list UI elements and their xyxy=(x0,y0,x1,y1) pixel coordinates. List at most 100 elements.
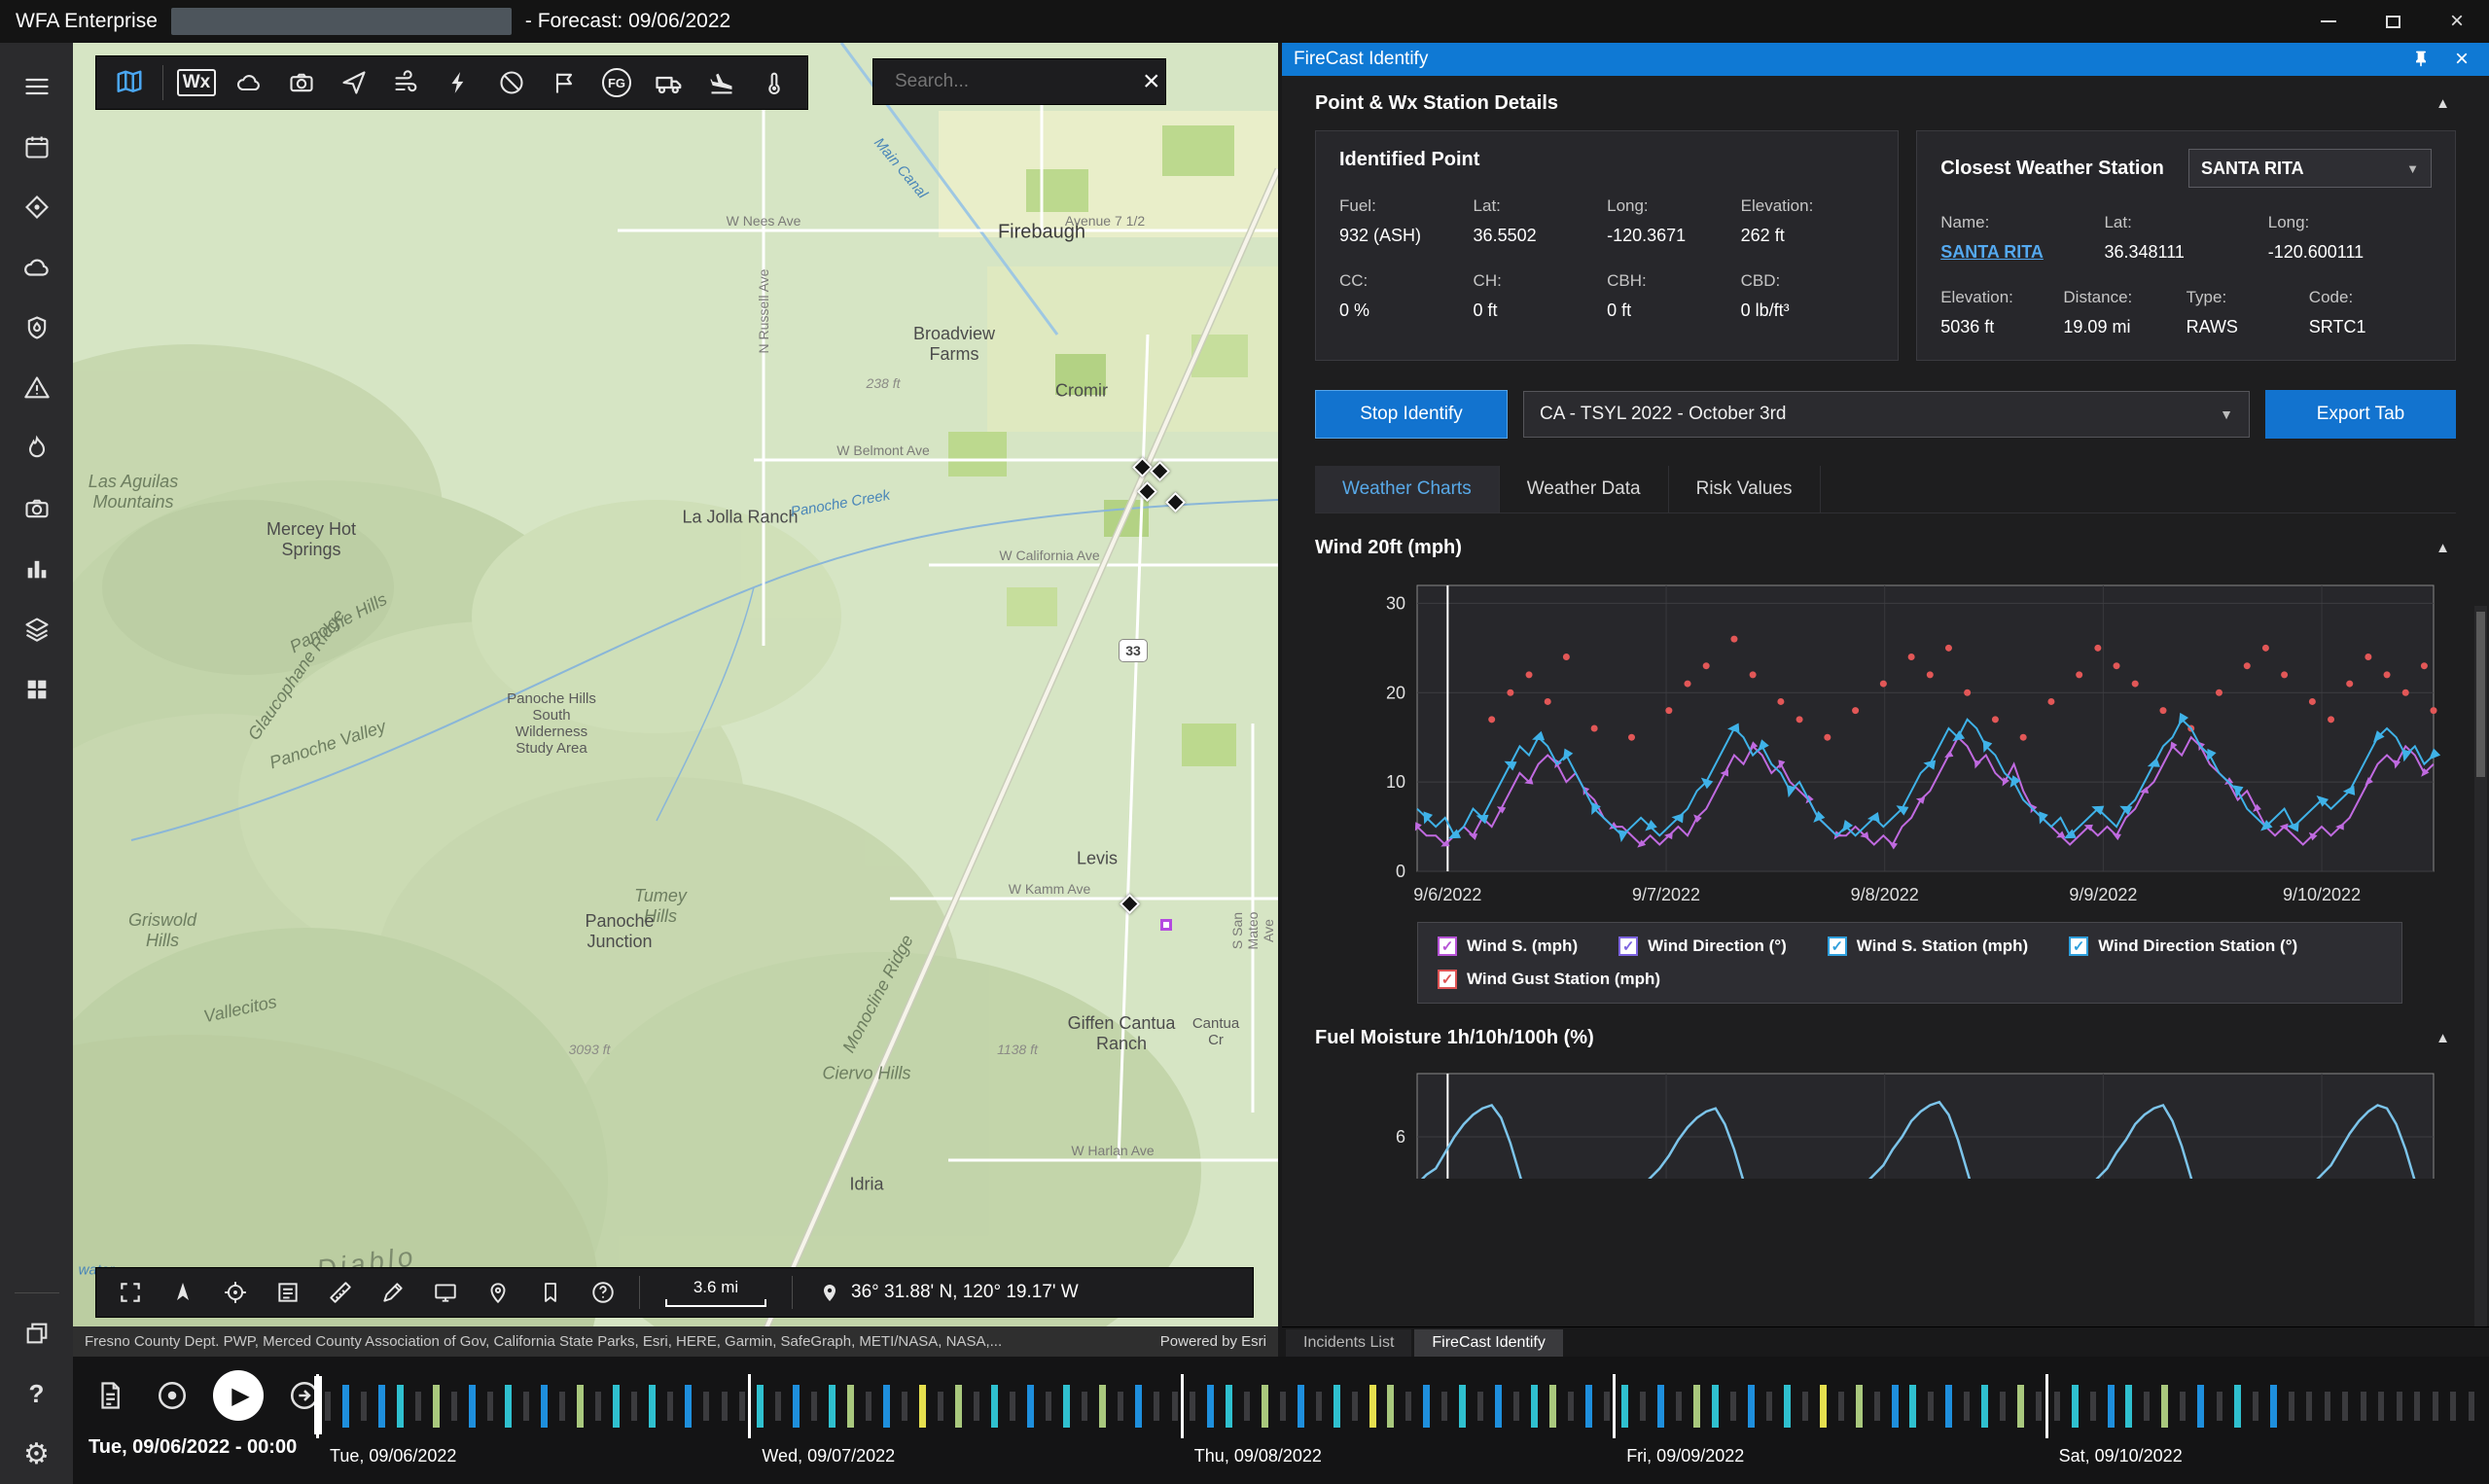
alert-button[interactable] xyxy=(8,358,66,418)
clouds-tool-button[interactable] xyxy=(224,59,274,106)
search-input[interactable] xyxy=(895,71,1133,92)
field-value: 0 ft xyxy=(1474,300,1608,321)
layers-icon xyxy=(23,616,51,643)
timeline-cursor[interactable] xyxy=(314,1376,322,1434)
tab-weather-data[interactable]: Weather Data xyxy=(1500,466,1669,512)
tab-weather-charts[interactable]: Weather Charts xyxy=(1315,466,1500,512)
window-restore-button[interactable] xyxy=(8,1303,66,1363)
wx-stations-button[interactable]: Wx xyxy=(171,59,222,106)
field-elevation: Elevation:262 ft xyxy=(1741,196,1875,246)
export-tab-button[interactable]: Export Tab xyxy=(2265,390,2456,439)
scale-bar xyxy=(665,1299,766,1307)
help-button[interactable]: ? xyxy=(8,1363,66,1424)
series-checkbox[interactable]: ✓ xyxy=(1618,936,1638,956)
close-panel-button[interactable]: × xyxy=(2446,46,2477,73)
timeline-tick xyxy=(2054,1392,2060,1421)
identify-tool-button[interactable] xyxy=(104,59,155,106)
series-checkbox[interactable]: ✓ xyxy=(1438,970,1457,989)
fire-shield-button[interactable] xyxy=(8,298,66,358)
pin-icon xyxy=(485,1280,511,1305)
aircraft-tool-button[interactable] xyxy=(696,59,747,106)
minimize-button[interactable] xyxy=(2296,0,2361,43)
temperature-tool-button[interactable] xyxy=(749,59,800,106)
timeline-event-tick xyxy=(1820,1385,1827,1428)
north-arrow-button[interactable] xyxy=(159,1271,207,1314)
dock-tab-incidents-list[interactable]: Incidents List xyxy=(1286,1329,1411,1357)
calendar-button[interactable] xyxy=(8,117,66,177)
fire-camera-button[interactable] xyxy=(8,478,66,539)
collapse-section-button[interactable]: ▲ xyxy=(2430,95,2456,112)
draw-button[interactable] xyxy=(369,1271,417,1314)
powered-by-esri[interactable]: Powered by Esri xyxy=(1160,1333,1266,1350)
scenario-select[interactable]: CA - TSYL 2022 - October 3rd ▼ xyxy=(1523,391,2250,438)
timeline-tick xyxy=(2000,1392,2006,1421)
charts-button[interactable] xyxy=(8,539,66,599)
timeline-tick xyxy=(1082,1392,1087,1421)
close-icon: × xyxy=(2450,10,2464,33)
legend-item: ✓Wind Direction Station (°) xyxy=(2069,936,2297,956)
apparatus-tool-button[interactable] xyxy=(644,59,694,106)
skip-start-button[interactable] xyxy=(151,1374,194,1417)
report-button[interactable] xyxy=(89,1374,131,1417)
stop-identify-button[interactable]: Stop Identify xyxy=(1315,390,1508,439)
fire-ground-button[interactable]: FG xyxy=(591,59,642,106)
maximize-button[interactable] xyxy=(2361,0,2425,43)
scrollbar-thumb[interactable] xyxy=(2476,612,2485,777)
restricted-tool-button[interactable] xyxy=(486,59,537,106)
display-button[interactable] xyxy=(421,1271,470,1314)
bookmark-button[interactable] xyxy=(526,1271,575,1314)
gear-icon: ⚙ xyxy=(23,1437,50,1471)
timeline-tick xyxy=(2469,1392,2474,1421)
apps-button[interactable] xyxy=(8,659,66,720)
series-checkbox[interactable]: ✓ xyxy=(2069,936,2088,956)
send-tool-button[interactable] xyxy=(329,59,379,106)
incident-marker-square[interactable] xyxy=(1160,919,1172,931)
panel-scrollbar[interactable] xyxy=(2474,606,2487,1326)
settings-button[interactable]: ⚙ xyxy=(8,1424,66,1484)
timeline-tick xyxy=(2090,1392,2096,1421)
fire-location-button[interactable] xyxy=(8,177,66,237)
collapse-fuel-moisture-button[interactable]: ▲ xyxy=(2430,1030,2456,1046)
map-help-button[interactable] xyxy=(579,1271,627,1314)
close-button[interactable]: × xyxy=(2425,0,2489,43)
section-header: Point & Wx Station Details ▲ xyxy=(1315,76,2456,130)
timeline-tick xyxy=(2414,1392,2420,1421)
play-button[interactable]: ▶ xyxy=(213,1370,264,1421)
map-canvas[interactable] xyxy=(73,43,1278,1326)
field-value: 262 ft xyxy=(1741,226,1875,246)
menu-button[interactable] xyxy=(8,56,66,117)
camera-tool-button[interactable] xyxy=(276,59,327,106)
timeline-track[interactable]: Tue, 09/06/2022Wed, 09/07/2022Thu, 09/08… xyxy=(316,1366,2477,1475)
collapse-wind-chart-button[interactable]: ▲ xyxy=(2430,540,2456,556)
timeline-tick xyxy=(1766,1392,1772,1421)
dock-tab-firecast-identify[interactable]: FireCast Identify xyxy=(1414,1329,1562,1357)
legend-button[interactable] xyxy=(264,1271,312,1314)
station-select[interactable]: SANTA RITA ▼ xyxy=(2188,149,2432,188)
timeline-event-tick xyxy=(757,1385,764,1428)
map-view[interactable]: Las Aguilas MountainsMercey Hot SpringsP… xyxy=(73,43,1278,1357)
locate-button[interactable] xyxy=(211,1271,260,1314)
pin-panel-button[interactable] xyxy=(2405,46,2436,73)
timeline-tick xyxy=(451,1392,457,1421)
timeline-event-tick xyxy=(1063,1385,1070,1428)
wind-tool-button[interactable] xyxy=(381,59,432,106)
layers-button[interactable] xyxy=(8,599,66,659)
pencil-icon xyxy=(380,1280,406,1305)
flame-button[interactable] xyxy=(8,418,66,478)
search-close-button[interactable]: × xyxy=(1143,67,1160,96)
fullscreen-button[interactable] xyxy=(106,1271,155,1314)
shield-icon xyxy=(23,314,51,341)
timeline-tick xyxy=(325,1392,331,1421)
station-link[interactable]: SANTA RITA xyxy=(1940,242,2104,263)
series-checkbox[interactable]: ✓ xyxy=(1828,936,1847,956)
timeline-event-tick xyxy=(1784,1385,1791,1428)
measure-button[interactable] xyxy=(316,1271,365,1314)
field-lat: Lat:36.348111 xyxy=(2104,213,2267,263)
place-pin-button[interactable] xyxy=(474,1271,522,1314)
field-lat: Lat:36.5502 xyxy=(1474,196,1608,246)
clouds-button[interactable] xyxy=(8,237,66,298)
series-checkbox[interactable]: ✓ xyxy=(1438,936,1457,956)
milepost-tool-button[interactable] xyxy=(539,59,589,106)
lightning-tool-button[interactable] xyxy=(434,59,484,106)
tab-risk-values[interactable]: Risk Values xyxy=(1669,466,1821,512)
